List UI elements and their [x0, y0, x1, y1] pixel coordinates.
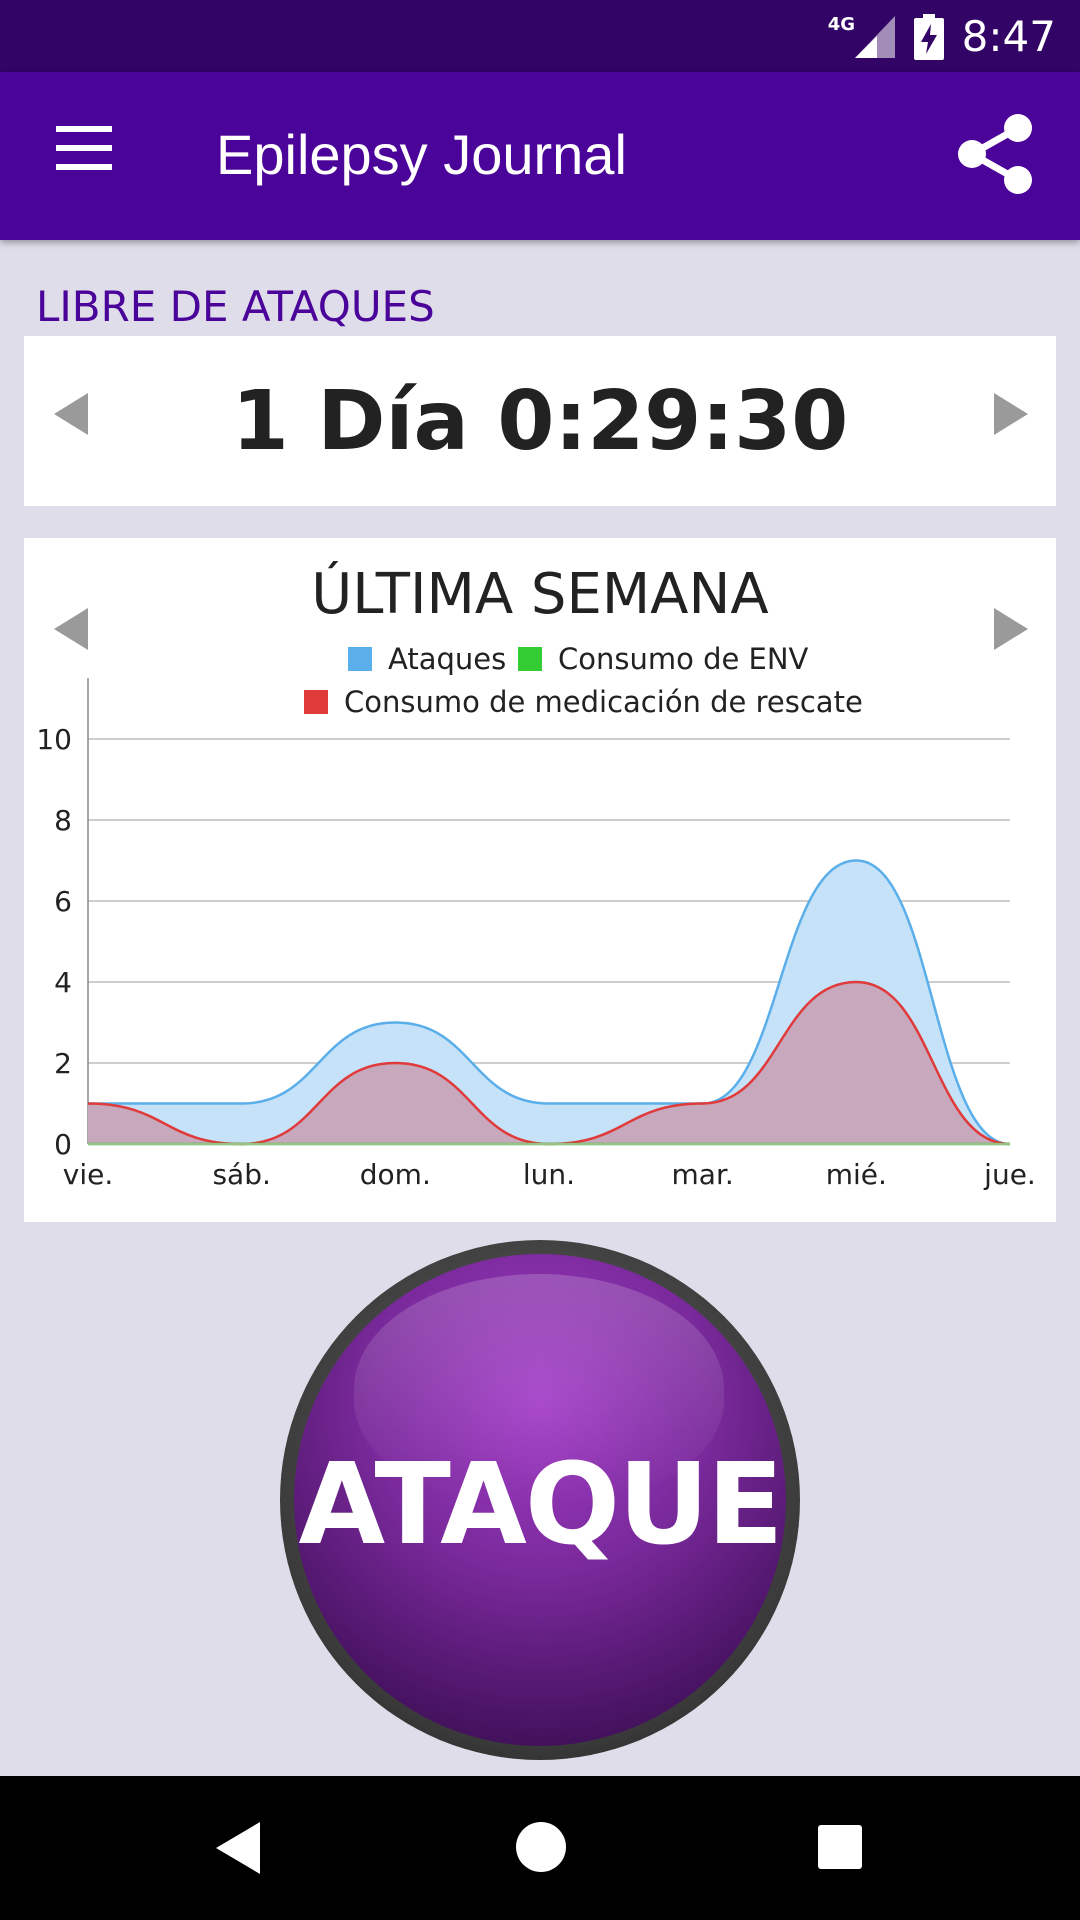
legend-label: Consumo de ENV — [558, 642, 809, 676]
weekly-area-chart: 0 2 4 6 8 10 vie. sáb. dom. lun. mar. mié. jue. Ataqu… — [36, 642, 1036, 1191]
seizure-free-card: 1 Día 0:29:30 — [24, 336, 1056, 506]
app-bar: Epilepsy Journal — [0, 72, 1080, 240]
back-icon[interactable] — [216, 1822, 260, 1874]
recents-icon[interactable] — [818, 1825, 862, 1869]
legend-label: Consumo de medicación de rescate — [344, 685, 863, 719]
weekly-chart-card: ÚLTIMA SEMANA 0 2 4 6 8 10 vie. sáb. dom. lun. mar… — [24, 538, 1056, 1222]
seizure-free-label: LIBRE DE ATAQUES — [36, 282, 435, 331]
x-tick-label: lun. — [523, 1158, 575, 1191]
app-title: Epilepsy Journal — [216, 123, 627, 186]
timer-next-arrow-icon[interactable] — [994, 393, 1028, 435]
legend-swatch — [518, 647, 542, 671]
legend-label: Ataques — [388, 642, 506, 676]
clock: 8:47 — [961, 12, 1056, 61]
status-bar: 4G 8:47 — [0, 0, 1080, 72]
x-tick-label: jue. — [983, 1158, 1036, 1191]
hamburger-menu-icon[interactable] — [48, 126, 120, 186]
share-icon[interactable] — [954, 112, 1038, 196]
y-tick-label: 10 — [36, 723, 72, 756]
home-icon[interactable] — [516, 1822, 566, 1872]
y-tick-label: 4 — [54, 966, 72, 999]
x-tick-label: mar. — [672, 1158, 734, 1191]
signal-icon — [855, 16, 895, 58]
seizure-record-button[interactable]: ATAQUE — [280, 1240, 800, 1760]
battery-charging-icon — [914, 14, 944, 60]
legend-swatch — [348, 647, 372, 671]
legend-swatch — [304, 690, 328, 714]
y-tick-label: 0 — [54, 1128, 72, 1161]
x-tick-label: dom. — [360, 1158, 431, 1191]
y-tick-label: 2 — [54, 1047, 72, 1080]
x-tick-label: mié. — [826, 1158, 887, 1191]
x-tick-label: sáb. — [212, 1158, 270, 1191]
y-tick-label: 8 — [54, 804, 72, 837]
seizure-button-label: ATAQUE — [298, 1440, 783, 1570]
network-type: 4G — [827, 14, 855, 35]
seizure-button-face: ATAQUE — [294, 1254, 786, 1746]
navigation-bar — [0, 1776, 1080, 1920]
seizure-free-timer: 1 Día 0:29:30 — [231, 374, 849, 469]
y-tick-label: 6 — [54, 885, 72, 918]
x-tick-label: vie. — [63, 1158, 113, 1191]
